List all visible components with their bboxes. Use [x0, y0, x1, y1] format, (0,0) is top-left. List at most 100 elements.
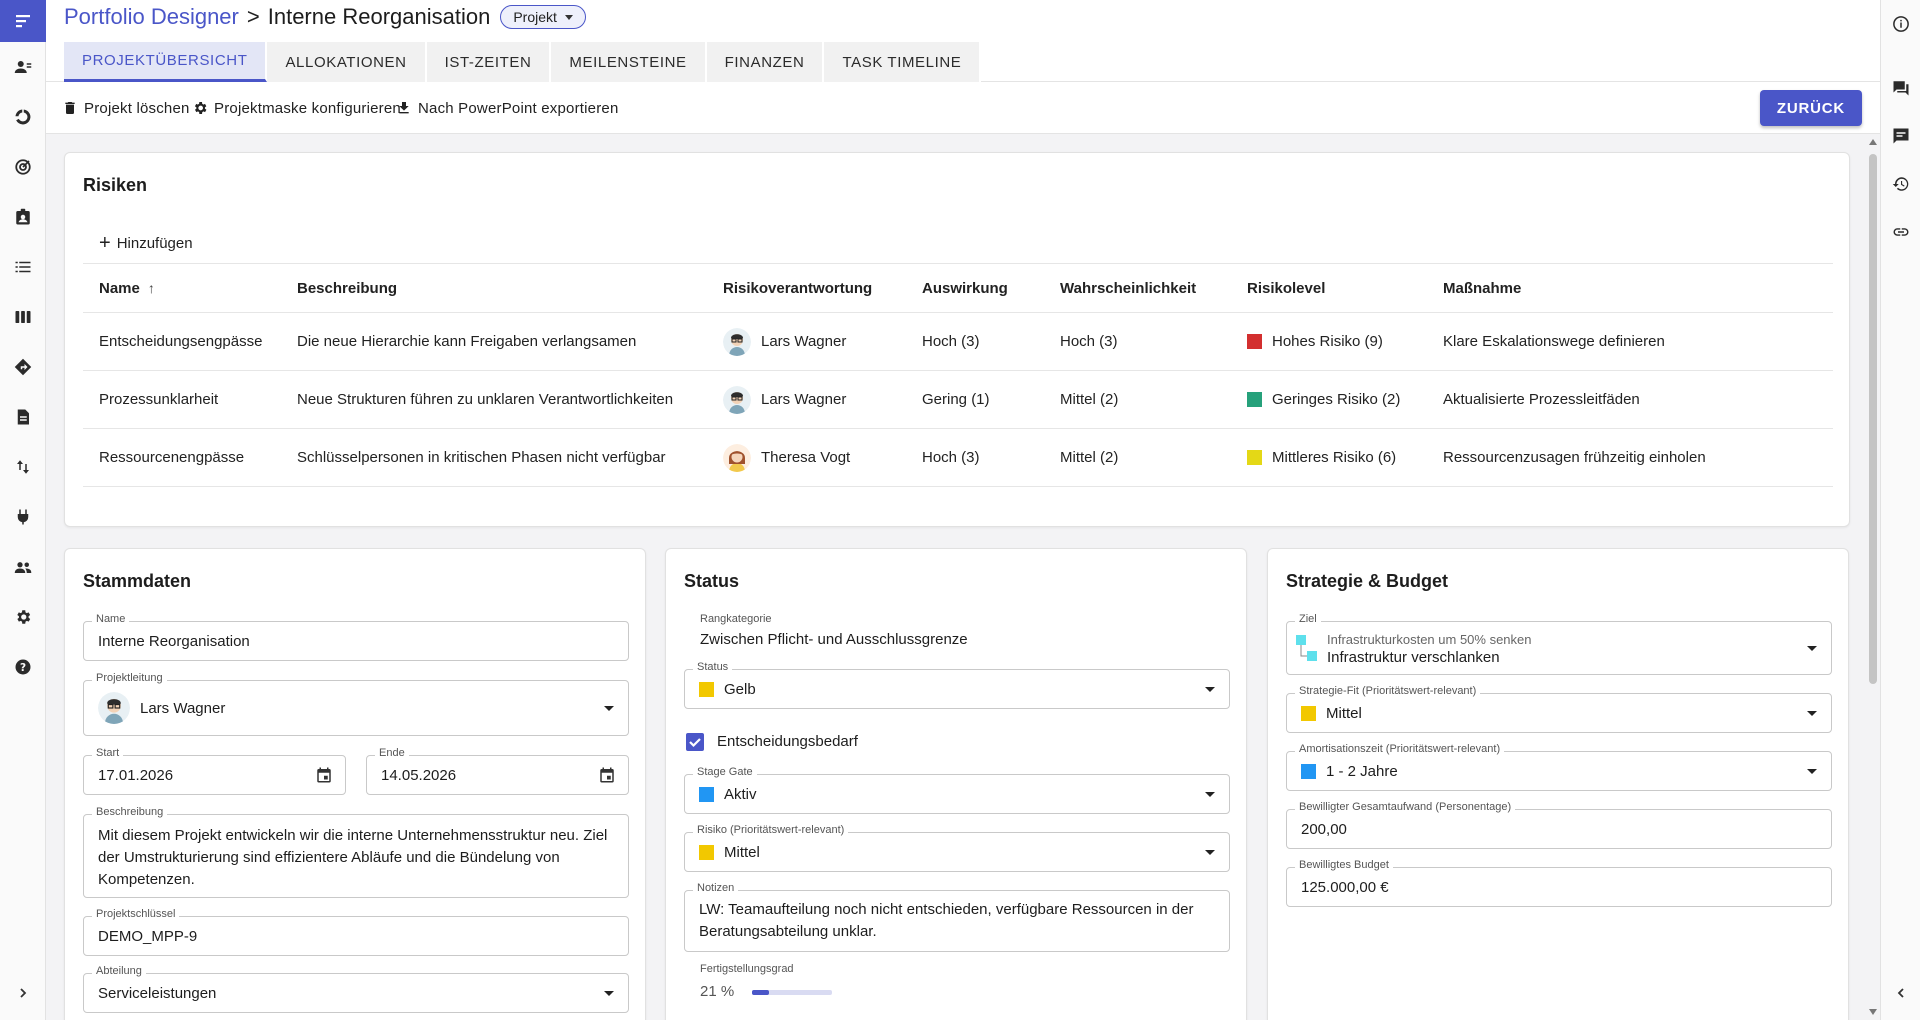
column-header-probability[interactable]: Wahrscheinlichkeit	[1060, 264, 1196, 312]
table-row[interactable]: Ressourcenengpässe Schlüsselpersonen in …	[83, 429, 1833, 487]
tab-finanzen[interactable]: FINANZEN	[706, 42, 825, 82]
decision-needed-checkbox[interactable]	[686, 733, 704, 751]
start-date-value: 17.01.2026	[98, 766, 174, 784]
configure-mask-button[interactable]: Projektmaske konfigurieren	[192, 96, 401, 120]
gear-icon[interactable]	[0, 592, 46, 642]
tab-meilensteine[interactable]: MEILENSTEINE	[551, 42, 707, 82]
risk-description: Neue Strukturen führen zu unklaren Veran…	[297, 391, 674, 408]
link-icon[interactable]	[1881, 208, 1920, 256]
people-icon[interactable]	[0, 42, 46, 92]
tab-allokationen[interactable]: ALLOKATIONEN	[267, 42, 427, 82]
approved-effort-value: 200,00	[1301, 820, 1347, 838]
column-header-measure[interactable]: Maßnahme	[1443, 264, 1521, 312]
calendar-icon[interactable]	[598, 766, 616, 784]
risk-level-label: Mittleres Risiko (6)	[1272, 449, 1397, 466]
dropdown-arrow-icon	[1205, 687, 1215, 692]
risk-level-swatch	[1247, 334, 1262, 349]
donut-chart-icon[interactable]	[0, 92, 46, 142]
avatar	[723, 327, 751, 356]
start-date-field[interactable]: Start 17.01.2026	[83, 747, 346, 795]
status-title: Status	[684, 571, 740, 591]
notes-textarea[interactable]: Notizen LW: Teamaufteilung noch nicht en…	[684, 882, 1230, 952]
document-icon[interactable]	[0, 392, 46, 442]
notes-value: LW: Teamaufteilung noch nicht entschiede…	[699, 901, 1194, 940]
chevron-left-icon[interactable]	[1881, 978, 1920, 1008]
approved-effort-field[interactable]: Bewilligter Gesamtaufwand (Personentage)…	[1286, 801, 1832, 849]
dropdown-arrow-icon	[604, 991, 614, 996]
status-value: Gelb	[699, 670, 756, 708]
column-header-level[interactable]: Risikolevel	[1247, 264, 1325, 312]
help-icon[interactable]: ?	[0, 642, 46, 692]
column-header-description[interactable]: Beschreibung	[297, 264, 397, 312]
tab-task-timeline[interactable]: TASK TIMELINE	[824, 42, 982, 82]
history-icon[interactable]	[1881, 160, 1920, 208]
add-risk-button[interactable]: + Hinzufügen	[99, 233, 193, 253]
list-icon[interactable]	[0, 242, 46, 292]
swap-vertical-icon[interactable]	[0, 442, 46, 492]
column-header-owner[interactable]: Risikoverantwortung	[723, 264, 872, 312]
name-field[interactable]: Name Interne Reorganisation	[83, 613, 629, 661]
goal-label: Ziel	[1295, 613, 1321, 625]
table-row[interactable]: Prozessunklarheit Neue Strukturen führen…	[83, 371, 1833, 429]
target-icon[interactable]	[0, 142, 46, 192]
project-lead-select[interactable]: Projektleitung Lars Wagner	[83, 672, 629, 736]
risk-select[interactable]: Risiko (Prioritätswert-relevant) Mittel	[684, 824, 1230, 872]
scroll-up-icon[interactable]	[1869, 139, 1877, 145]
chat-icon[interactable]	[1881, 64, 1920, 112]
scroll-down-icon[interactable]	[1869, 1009, 1877, 1015]
sort-ascending-icon[interactable]: ↑	[148, 280, 155, 296]
chevron-right-icon[interactable]	[0, 978, 46, 1008]
plus-icon: +	[99, 232, 111, 254]
risk-owner-name: Lars Wagner	[761, 391, 847, 408]
calendar-icon[interactable]	[315, 766, 333, 784]
risk-measure: Aktualisierte Prozessleitfäden	[1443, 391, 1640, 408]
status-select[interactable]: Status Gelb	[684, 661, 1230, 709]
risk-measure: Klare Eskalationswege definieren	[1443, 333, 1665, 350]
back-button[interactable]: ZURÜCK	[1759, 90, 1862, 126]
risk-probability: Hoch (3)	[1060, 333, 1118, 350]
risk-owner-name: Theresa Vogt	[761, 449, 851, 466]
goal-select[interactable]: Ziel Infrastrukturkosten um 50% senken I…	[1286, 613, 1832, 675]
description-textarea[interactable]: Beschreibung Mit diesem Projekt entwicke…	[83, 806, 629, 898]
rank-category-value: Zwischen Pflicht- und Ausschlussgrenze	[700, 631, 968, 648]
download-icon	[399, 102, 409, 114]
contact-badge-icon[interactable]	[0, 192, 46, 242]
info-icon[interactable]	[1881, 0, 1920, 48]
risk-impact: Hoch (3)	[922, 449, 980, 466]
columns-icon[interactable]	[0, 292, 46, 342]
column-header-name[interactable]: Name ↑	[99, 264, 155, 312]
export-powerpoint-button[interactable]: Nach PowerPoint exportieren	[396, 96, 619, 120]
department-select[interactable]: Abteilung Serviceleistungen	[83, 965, 629, 1013]
table-row[interactable]: Entscheidungsengpässe Die neue Hierarchi…	[83, 313, 1833, 371]
scrollbar-thumb[interactable]	[1869, 154, 1877, 684]
risks-table: Name ↑ Beschreibung Risikoverantwortung A…	[83, 263, 1833, 487]
strategy-fit-value-text: Mittel	[1326, 704, 1362, 722]
project-type-chip[interactable]: Projekt	[500, 5, 586, 29]
tab-ist-zeiten[interactable]: IST-ZEITEN	[426, 42, 552, 82]
strategy-fit-select[interactable]: Strategie-Fit (Prioritätswert-relevant) …	[1286, 685, 1832, 733]
column-header-name-label: Name	[99, 279, 140, 297]
tab-projektuebersicht[interactable]: PROJEKTÜBERSICHT	[64, 42, 268, 82]
risk-name: Entscheidungsengpässe	[99, 333, 263, 350]
description-value: Mit diesem Projekt entwickeln wir die in…	[98, 827, 608, 888]
feedback-icon[interactable]	[1881, 112, 1920, 160]
delete-project-button[interactable]: Projekt löschen	[62, 96, 190, 120]
project-key-field[interactable]: Projektschlüssel DEMO_MPP-9	[83, 908, 629, 956]
dropdown-arrow-icon	[1205, 792, 1215, 797]
stage-gate-select[interactable]: Stage Gate Aktiv	[684, 766, 1230, 814]
menu-icon[interactable]	[0, 0, 46, 42]
decision-needed-label: Entscheidungsbedarf	[717, 733, 858, 750]
breadcrumb-app-link[interactable]: Portfolio Designer	[64, 4, 239, 30]
end-date-field[interactable]: Ende 14.05.2026	[366, 747, 629, 795]
diamond-direction-icon[interactable]	[0, 342, 46, 392]
plug-icon[interactable]	[0, 492, 46, 542]
column-header-impact[interactable]: Auswirkung	[922, 264, 1008, 312]
risk-impact: Gering (1)	[922, 391, 990, 408]
scrollbar[interactable]	[1866, 134, 1880, 1020]
goal-value-text: Infrastruktur verschlanken	[1327, 649, 1500, 666]
risk-level-label: Hohes Risiko (9)	[1272, 333, 1383, 350]
group-icon[interactable]	[0, 542, 46, 592]
status-value-text: Gelb	[724, 680, 756, 698]
amortization-select[interactable]: Amortisationszeit (Prioritätswert-releva…	[1286, 743, 1832, 791]
approved-budget-field[interactable]: Bewilligtes Budget 125.000,00 €	[1286, 859, 1832, 907]
